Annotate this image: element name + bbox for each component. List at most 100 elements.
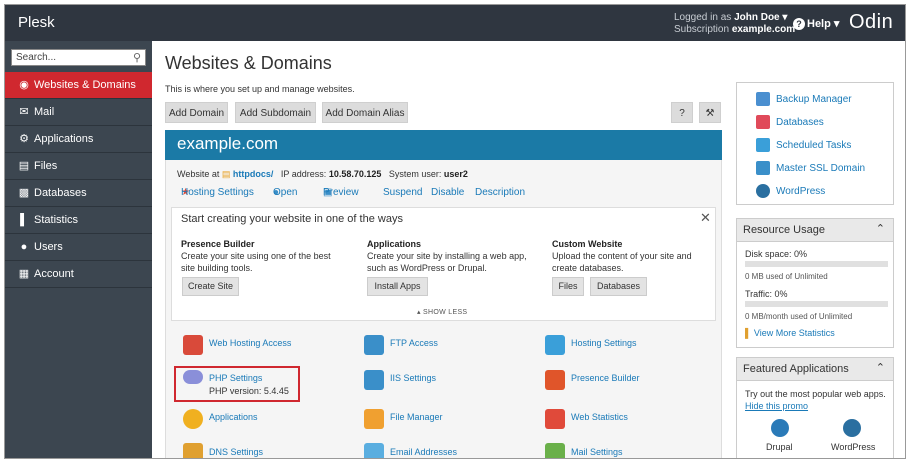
help-icon: ? (793, 18, 805, 30)
sidebar-item-websites-domains[interactable]: ◉ Websites & Domains (5, 72, 152, 99)
sysuser-value: user2 (443, 169, 468, 179)
wrench-icon[interactable]: ⚒ (699, 102, 721, 123)
sidebar: Search... ⚲ ◉ Websites & Domains ✉ Mail ⚙ A… (5, 41, 152, 458)
docroot-link[interactable]: httpdocs/ (233, 169, 274, 179)
custom-website-text: Upload the content of your site and crea… (552, 251, 692, 273)
sidebar-item-files[interactable]: ▤ Files (5, 153, 152, 180)
sidebar-item-label: Statistics (34, 214, 79, 226)
wordpress-link[interactable]: WordPress (776, 186, 825, 197)
subscription-menu[interactable]: example.com (732, 24, 795, 35)
presence-builder-link[interactable]: Presence Builder (571, 373, 640, 383)
databases-link[interactable]: Databases (776, 117, 824, 128)
user-menu[interactable]: John Doe ▾ (734, 12, 787, 23)
presence-builder-heading: Presence Builder (181, 239, 255, 249)
start-creating-title: Start creating your website in one of th… (181, 213, 403, 225)
sidebar-item-label: Files (34, 160, 58, 172)
close-icon[interactable]: ✕ (700, 210, 711, 226)
ftp-access-link[interactable]: FTP Access (390, 338, 438, 348)
disk-space-bar (745, 261, 888, 267)
disk-space-used: 0 MB used of Unlimited (745, 272, 828, 281)
sidebar-item-mail[interactable]: ✉ Mail (5, 99, 152, 126)
wordpress-app-icon[interactable] (843, 419, 861, 437)
hide-promo-link[interactable]: Hide this promo (745, 401, 808, 411)
wordpress-icon (756, 184, 770, 198)
subscription-label: Subscription (674, 24, 730, 35)
search-input[interactable]: Search... ⚲ (11, 49, 146, 66)
disable-link[interactable]: Disable (431, 187, 464, 198)
logged-in-label: Logged in as (674, 12, 732, 23)
applications-tool-link[interactable]: Applications (209, 412, 258, 422)
wordpress-app-label[interactable]: WordPress (831, 442, 875, 452)
scheduled-tasks-link[interactable]: Scheduled Tasks (776, 140, 851, 151)
disk-space-label: Disk space: 0% (745, 249, 808, 259)
web-hosting-access-link[interactable]: Web Hosting Access (209, 338, 291, 348)
sidebar-item-databases[interactable]: ▩ Databases (5, 180, 152, 207)
mail-settings-icon (545, 443, 565, 458)
applications-text: Create your site by installing a web app… (367, 251, 527, 273)
sidebar-item-label: Users (34, 241, 63, 253)
sidebar-item-label: Account (34, 268, 74, 280)
add-domain-alias-button[interactable]: Add Domain Alias (322, 102, 408, 123)
master-ssl-domain-link[interactable]: Master SSL Domain (776, 163, 865, 174)
web-statistics-link[interactable]: Web Statistics (571, 412, 628, 422)
view-more-statistics-label: View More Statistics (753, 328, 835, 338)
sidebar-item-statistics[interactable]: ▌ Statistics (5, 207, 152, 234)
suspend-link[interactable]: Suspend (383, 187, 422, 198)
mail-settings-link[interactable]: Mail Settings (571, 447, 623, 457)
website-at-label: Website at (177, 169, 220, 179)
resource-usage-header[interactable]: Resource Usage ⌃ (736, 218, 894, 242)
sidebar-item-users[interactable]: ● Users (5, 234, 152, 261)
sidebar-item-account[interactable]: ▦ Account (5, 261, 152, 288)
search-icon[interactable]: ⚲ (133, 51, 141, 64)
account-icon: ▦ (18, 268, 30, 280)
scheduled-tasks-icon (756, 138, 770, 152)
backup-manager-link[interactable]: Backup Manager (776, 94, 852, 105)
iis-settings-link[interactable]: IIS Settings (390, 373, 436, 383)
sidebar-item-label: Applications (34, 133, 94, 145)
gear-icon: ⚙ (19, 133, 29, 145)
bar-chart-icon: ▌ (745, 328, 752, 338)
featured-apps-title: Featured Applications (743, 363, 849, 375)
applications-tool-icon (183, 409, 203, 429)
file-manager-icon (364, 409, 384, 429)
sysuser-label: System user: (388, 169, 442, 179)
applications-heading: Applications (367, 239, 422, 249)
file-manager-link[interactable]: File Manager (390, 412, 443, 422)
show-less-toggle[interactable]: ▴ SHOW LESS (417, 308, 467, 316)
databases-button[interactable]: Databases (590, 277, 647, 296)
traffic-bar (745, 301, 888, 307)
web-hosting-access-icon (183, 335, 203, 355)
add-domain-button[interactable]: Add Domain (165, 102, 228, 123)
email-addresses-icon (364, 443, 384, 458)
drupal-icon[interactable] (771, 419, 789, 437)
backup-manager-icon (756, 92, 770, 106)
email-addresses-link[interactable]: Email Addresses (390, 447, 457, 457)
description-link[interactable]: Description (475, 187, 525, 198)
add-subdomain-button[interactable]: Add Subdomain (235, 102, 316, 123)
brand-logo[interactable]: Plesk (18, 14, 55, 31)
domain-header[interactable]: example.com (165, 130, 722, 160)
hosting-settings-tool-link[interactable]: Hosting Settings (571, 338, 637, 348)
domain-info: Website at ▤ httpdocs/ IP address: 10.58… (177, 169, 468, 180)
folder-icon: ▤ (18, 160, 30, 172)
ftp-access-icon (364, 335, 384, 355)
top-bar: Plesk Logged in as John Doe ▾ Subscripti… (5, 5, 905, 41)
help-menu[interactable]: ? Help ▾ (793, 17, 839, 30)
custom-website-heading: Custom Website (552, 239, 623, 249)
account-info: Logged in as John Doe ▾ Subscription exa… (674, 12, 795, 36)
create-site-button[interactable]: Create Site (182, 277, 239, 296)
dns-settings-link[interactable]: DNS Settings (209, 447, 263, 457)
preview-label: Preview (323, 187, 359, 198)
files-button[interactable]: Files (552, 277, 584, 296)
chevron-up-icon[interactable]: ⌃ (876, 222, 885, 235)
traffic-label: Traffic: 0% (745, 289, 788, 299)
featured-apps-header[interactable]: Featured Applications ⌃ (736, 357, 894, 381)
help-button[interactable]: ? (671, 102, 693, 123)
sidebar-item-applications[interactable]: ⚙ Applications (5, 126, 152, 153)
view-more-statistics-link[interactable]: ▌ View More Statistics (745, 328, 835, 338)
drupal-label[interactable]: Drupal (766, 442, 793, 452)
bar-chart-icon: ▌ (20, 214, 28, 226)
chevron-up-icon[interactable]: ⌃ (876, 361, 885, 374)
mail-icon: ✉ (19, 106, 29, 118)
install-apps-button[interactable]: Install Apps (367, 277, 428, 296)
